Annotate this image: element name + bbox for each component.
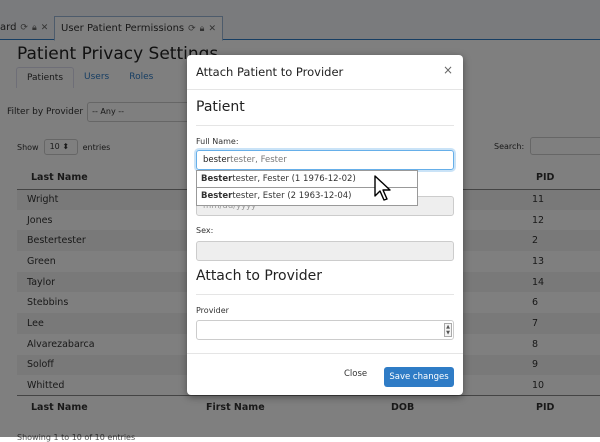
close-icon[interactable]: × xyxy=(443,63,453,77)
typed-text: bester xyxy=(203,155,231,165)
sex-label: Sex: xyxy=(196,226,214,235)
suggestion-match: Bester xyxy=(201,191,233,201)
suggestion-rest: tester, Fester (1 1976-12-02) xyxy=(232,174,356,184)
chevron-down-icon: ▲ ▼ xyxy=(444,323,452,337)
provider-section-title: Attach to Provider xyxy=(196,268,323,284)
sex-field[interactable] xyxy=(196,241,454,261)
autocomplete-hint: tester, Fester xyxy=(230,155,287,165)
suggestion-rest: tester, Ester (2 1963-12-04) xyxy=(232,191,352,201)
modal-header: Attach Patient to Provider × xyxy=(187,55,463,90)
attach-patient-modal: Attach Patient to Provider × Patient Ful… xyxy=(187,55,463,395)
mouse-pointer-icon xyxy=(374,175,391,201)
divider xyxy=(196,294,454,295)
full-name-label: Full Name: xyxy=(196,137,239,146)
full-name-input[interactable]: bestertester, Fester xyxy=(196,150,454,170)
modal-footer: Close Save changes xyxy=(187,353,463,395)
divider xyxy=(196,125,454,126)
patient-section-title: Patient xyxy=(196,99,245,115)
provider-label: Provider xyxy=(196,306,229,315)
suggestion-match: Bester xyxy=(201,174,233,184)
modal-title: Attach Patient to Provider xyxy=(196,65,344,79)
provider-select[interactable]: ▲ ▼ xyxy=(196,320,454,340)
close-button[interactable]: Close xyxy=(344,369,367,379)
save-changes-button[interactable]: Save changes xyxy=(384,367,454,387)
